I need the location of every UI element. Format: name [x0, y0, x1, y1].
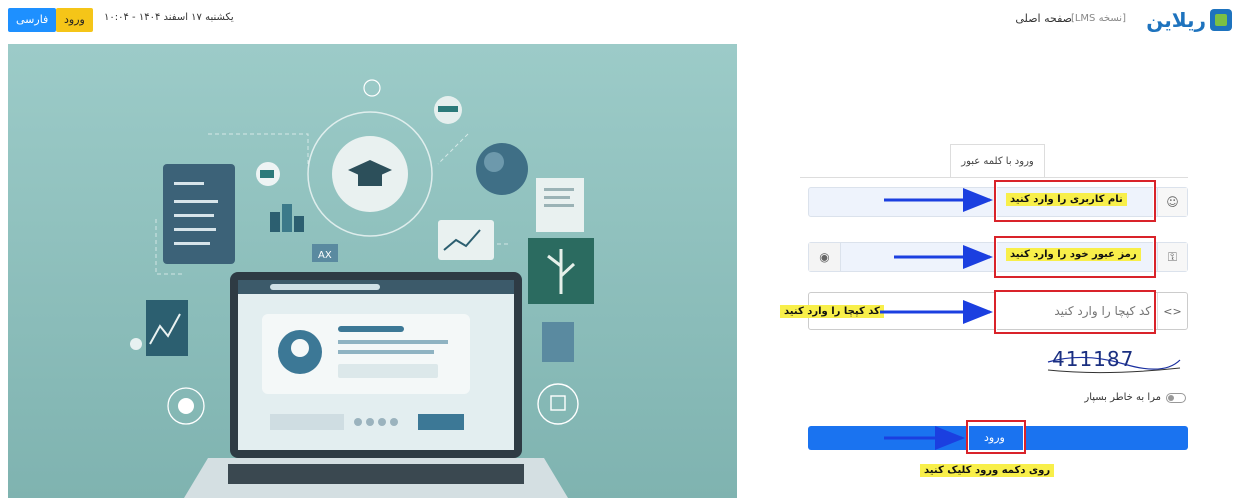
language-button[interactable]: فارسی — [8, 8, 57, 32]
eye-icon[interactable]: ◉ — [809, 243, 841, 271]
remember-toggle[interactable] — [1166, 392, 1186, 403]
captcha-note: کد کپچا را وارد کنید — [780, 305, 884, 318]
logo-icon — [1210, 9, 1232, 31]
key-icon: ⚿ — [1157, 243, 1187, 271]
login-panel: ورود با کلمه عبور ☺ نام کاربری را وارد ک… — [780, 140, 1188, 480]
captcha-annotation-box — [994, 290, 1156, 334]
login-illustration: AX — [8, 44, 737, 498]
code-icon: <> — [1157, 293, 1187, 329]
submit-annotation-box — [966, 420, 1026, 454]
username-note: نام کاربری را وارد کنید — [1006, 193, 1127, 206]
remember-label: مرا به خاطر بسپار — [1084, 392, 1161, 403]
password-note: رمز عبور خود را وارد کنید — [1006, 248, 1141, 261]
user-icon: ☺ — [1157, 188, 1187, 216]
version-label: [نسخه LMS] — [1070, 13, 1126, 24]
logo[interactable]: ریلاین — [1146, 8, 1232, 32]
tab-divider — [800, 177, 1188, 178]
remember-me[interactable]: مرا به خاطر بسپار — [1084, 392, 1186, 403]
tab-password-login[interactable]: ورود با کلمه عبور — [950, 144, 1045, 178]
home-link[interactable]: صفحه اصلی — [1015, 12, 1072, 25]
captcha-code: 411187 — [1052, 347, 1134, 371]
captcha-image: 411187 — [1044, 342, 1184, 378]
top-bar: فارسی ورود یکشنبه ۱۷ اسفند ۱۴۰۴ - ۱۰:۰۴ … — [0, 0, 1244, 40]
date-time: یکشنبه ۱۷ اسفند ۱۴۰۴ - ۱۰:۰۴ — [104, 12, 234, 23]
ax-label: AX — [318, 250, 332, 261]
header-login-button[interactable]: ورود — [56, 8, 93, 32]
submit-note: روی دکمه ورود کلیک کنید — [920, 464, 1055, 477]
logo-text: ریلاین — [1146, 8, 1206, 32]
